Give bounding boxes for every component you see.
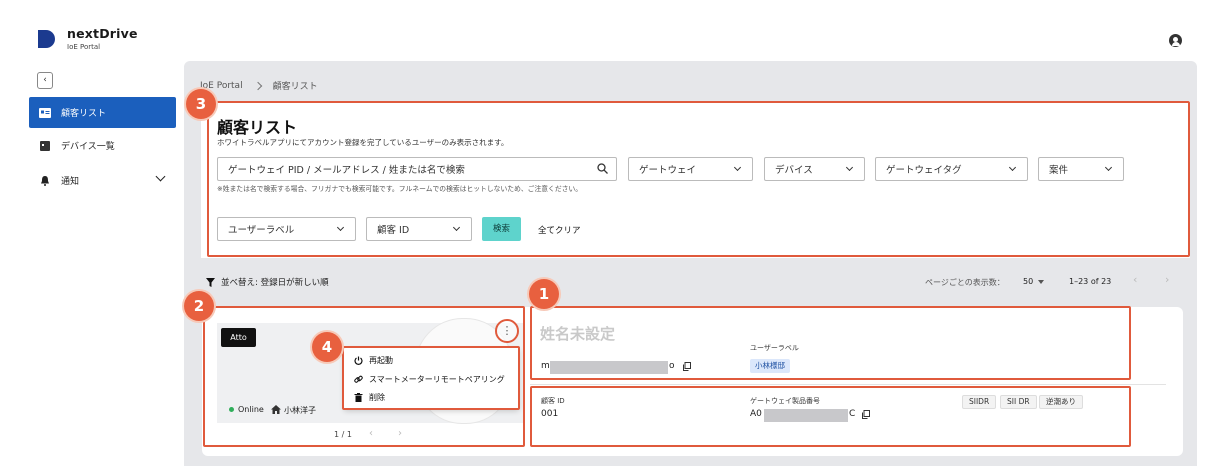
device-icon — [40, 140, 50, 151]
logo-name: nextDrive — [67, 26, 138, 41]
sidebar-item-label: 通知 — [61, 177, 80, 187]
per-page-label: ページごとの表示数： — [925, 278, 1005, 287]
page-range: 1–23 of 23 — [1069, 277, 1112, 286]
caret-down-icon[interactable] — [1038, 280, 1044, 284]
sidebar-item-device-list[interactable]: デバイス一覧 — [29, 130, 176, 161]
logo-subtitle: IoE Portal — [67, 43, 101, 51]
annotation-box-1b — [530, 386, 1131, 447]
annotation-badge-2: 2 — [184, 291, 214, 321]
annotation-box-1a — [530, 306, 1131, 380]
chevron-down-icon[interactable] — [155, 171, 166, 182]
breadcrumb-current: 顧客リスト — [272, 82, 318, 92]
annotation-box-4 — [342, 346, 520, 410]
divider — [530, 384, 1166, 385]
sidebar-item-label: 顧客リスト — [61, 109, 107, 119]
sidebar-item-notifications[interactable]: 通知 — [29, 165, 176, 196]
next-page-button[interactable]: › — [1165, 273, 1169, 286]
nextdrive-logo-icon — [38, 30, 55, 48]
chevron-right-icon — [253, 81, 262, 90]
customer-list-icon — [39, 107, 51, 118]
sidebar-collapse-button[interactable]: ‹ — [37, 72, 53, 89]
per-page-select[interactable]: 50 — [1023, 277, 1033, 286]
breadcrumb: IoE Portal 顧客リスト — [200, 79, 318, 93]
annotation-badge-4: 4 — [312, 332, 342, 362]
annotation-badge-3: 3 — [186, 89, 216, 119]
annotation-badge-1: 1 — [529, 279, 559, 309]
sort-control[interactable]: 並べ替え: 登録日が新しい順 — [206, 276, 329, 288]
sidebar-item-customer-list[interactable]: 顧客リスト — [29, 97, 176, 128]
sidebar-item-label: デバイス一覧 — [61, 142, 115, 152]
prev-page-button[interactable]: ‹ — [1133, 273, 1137, 286]
bell-icon — [41, 175, 49, 186]
sort-label: 並べ替え: 登録日が新しい順 — [221, 278, 329, 288]
annotation-box-3 — [207, 101, 1190, 257]
filter-funnel-icon — [206, 277, 215, 287]
account-icon[interactable] — [1169, 34, 1182, 47]
